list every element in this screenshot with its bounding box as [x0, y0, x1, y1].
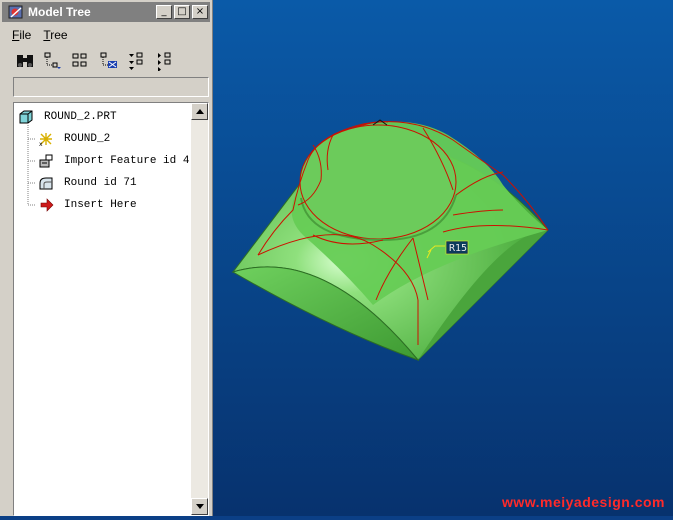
- insert-arrow-icon: [40, 198, 54, 212]
- tree-root[interactable]: ROUND_2.PRT: [18, 108, 117, 126]
- tree-root-label: ROUND_2.PRT: [44, 111, 117, 123]
- collapse-button[interactable]: [155, 51, 175, 71]
- part-icon: [19, 110, 33, 124]
- tree-settings-icon: [129, 52, 143, 70]
- title-bar[interactable]: Model Tree _ □ ×: [2, 2, 210, 22]
- model-tree: ROUND_2.PRT x ROUND_2 Import Feature id …: [13, 102, 209, 516]
- tree-item[interactable]: Round id 71: [38, 174, 137, 192]
- svg-text:x: x: [39, 141, 43, 147]
- maximize-button[interactable]: □: [174, 5, 190, 19]
- menu-file[interactable]: File: [12, 28, 31, 42]
- expand-tree-button[interactable]: [43, 51, 63, 71]
- menu-tree-rest: ree: [50, 28, 68, 42]
- model-tree-panel: Model Tree _ □ × File Tree ROUND_2.PRT x…: [0, 0, 213, 516]
- menu-file-rest: ile: [19, 28, 32, 42]
- app-icon: [8, 5, 23, 19]
- tree-scrollbar[interactable]: [191, 103, 208, 515]
- minimize-button[interactable]: _: [156, 5, 172, 19]
- tree-item-label: Insert Here: [64, 199, 137, 211]
- close-button[interactable]: ×: [192, 5, 208, 19]
- find-binoculars-icon: [17, 55, 33, 67]
- tree-list: ROUND_2.PRT x ROUND_2 Import Feature id …: [14, 103, 190, 515]
- close-icon: ×: [195, 6, 205, 17]
- maximize-icon: □: [177, 6, 187, 17]
- settings-button[interactable]: [127, 51, 147, 71]
- arrow-down-icon: [195, 504, 204, 509]
- tree-item-label: Import Feature id 4: [64, 155, 190, 167]
- tree-item-label: Round id 71: [64, 177, 137, 189]
- tree-item[interactable]: Insert Here: [38, 196, 137, 214]
- datum-csys-icon: x: [39, 133, 52, 147]
- find-button[interactable]: [15, 51, 35, 71]
- tree-status-field: [13, 77, 209, 97]
- tree-filter-icon: [100, 52, 117, 68]
- arrow-up-icon: [195, 109, 204, 114]
- round-feature-icon: [39, 177, 53, 190]
- columns-button[interactable]: [71, 51, 91, 71]
- tree-expand-icon: [44, 52, 61, 69]
- scroll-down-button[interactable]: [191, 498, 208, 515]
- tree-item[interactable]: Import Feature id 4: [38, 152, 189, 170]
- import-feature-icon: [39, 154, 53, 168]
- filter-button[interactable]: [99, 51, 119, 71]
- tree-collapse-icon: [158, 52, 171, 71]
- tree-toolbar: [15, 49, 175, 73]
- tree-item[interactable]: x ROUND_2: [38, 130, 110, 148]
- window-title: Model Tree: [28, 5, 91, 19]
- tree-columns-icon: [72, 53, 87, 67]
- tree-item-label: ROUND_2: [64, 133, 111, 145]
- model-canvas[interactable]: R15: [213, 0, 673, 516]
- watermark: www.meiyadesign.com: [501, 494, 665, 510]
- scroll-up-button[interactable]: [191, 103, 208, 120]
- menu-bar: File Tree: [12, 25, 68, 45]
- minimize-icon: _: [161, 6, 167, 17]
- dimension-label: R15: [449, 243, 467, 254]
- 3d-viewport[interactable]: R15 www.meiyadesign.com: [213, 0, 673, 516]
- menu-tree[interactable]: Tree: [43, 28, 67, 42]
